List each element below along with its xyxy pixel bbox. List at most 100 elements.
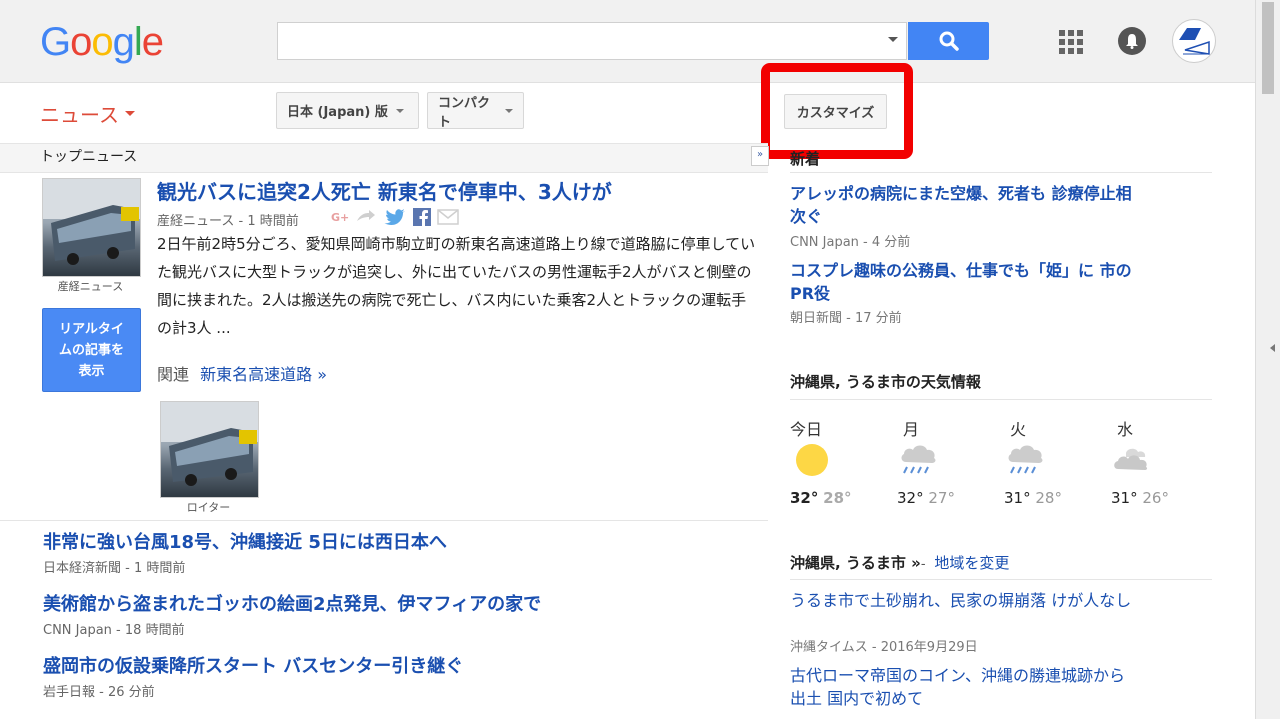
temp-high: 31° (1111, 489, 1138, 507)
story-source: 日本経済新聞 - 1 時間前 (43, 561, 186, 576)
divider (790, 399, 1212, 400)
google-logo[interactable]: Google (40, 20, 164, 65)
weather-heading: 沖縄県, うるま市の天気情報 (790, 373, 981, 391)
bell-icon (1126, 34, 1138, 49)
divider (790, 172, 1212, 173)
featured-snippet: 2日午前2時5分ごろ、愛知県岡崎市駒立町の新東名高速道路上り線で道路脇に停車して… (157, 235, 756, 337)
notifications-bell-icon[interactable] (1118, 27, 1146, 55)
weather-temps: 31° 28° (1004, 489, 1062, 507)
logo-letter: G (40, 20, 71, 64)
section-title: トップニュース (40, 149, 138, 165)
search-icon (939, 31, 959, 51)
logo-letter: o (70, 20, 92, 64)
view-label: コンパクト (438, 95, 491, 130)
latest-headline[interactable]: アレッポの病院にまた空爆、死者も 診療停止相次ぐ (790, 182, 1140, 228)
temp-low: 26° (1142, 489, 1169, 507)
apps-grid-icon[interactable] (1059, 30, 1083, 54)
logo-letter: o (91, 20, 113, 64)
source-time: 4 分前 (871, 235, 911, 250)
related-link[interactable]: 新東名高速道路 » (200, 365, 327, 384)
scrollbar[interactable] (1255, 0, 1280, 719)
source-name: 朝日新聞 (790, 311, 843, 326)
gplus-share-icon[interactable]: G+ (331, 211, 349, 224)
realtime-button-label: リアルタイムの記事を表示 (58, 321, 124, 379)
email-icon[interactable] (437, 209, 459, 225)
latest-headline[interactable]: コスプレ趣味の公務員、仕事でも「姫」に 市のPR役 (790, 259, 1140, 305)
logo-letter: e (141, 20, 164, 64)
story-headline[interactable]: 美術館から盗まれたゴッホの絵画2点発見、伊マフィアの家で (43, 590, 541, 616)
local-heading-row: 沖縄県, うるま市 »- 地域を変更 (790, 552, 1009, 573)
weather-temps: 31° 26° (1111, 489, 1169, 507)
local-headline[interactable]: うるま市で土砂崩れ、民家の塀崩落 けが人なし (790, 589, 1140, 612)
rain-icon (1008, 445, 1043, 474)
source-time: 2016年9月29日 (880, 640, 978, 655)
realtime-coverage-button[interactable]: リアルタイムの記事を表示 (42, 308, 141, 392)
temp-low: 28° (1035, 489, 1062, 507)
news-menu[interactable]: ニュース (40, 99, 135, 128)
collapse-button[interactable]: » (751, 146, 769, 166)
related-thumbnail[interactable] (160, 401, 259, 498)
logo-letter: l (133, 20, 143, 64)
bus-image (43, 179, 140, 265)
separator-dash: - (920, 557, 926, 572)
rain-icon (901, 445, 936, 474)
source-name: CNN Japan (790, 235, 859, 250)
change-region-link[interactable]: 地域を変更 (934, 554, 1009, 572)
source-name: 日本経済新聞 (43, 561, 122, 576)
related-caption: ロイター (186, 501, 231, 514)
story-headline[interactable]: 非常に強い台風18号、沖縄接近 5日には西日本へ (43, 528, 447, 554)
divider (0, 520, 768, 521)
related-label: 関連 (157, 365, 190, 384)
highlight-box (761, 63, 913, 159)
source-name: 産経ニュース (157, 214, 235, 229)
temp-low: 28° (823, 489, 852, 507)
search-button[interactable] (908, 22, 989, 60)
featured-headline[interactable]: 観光バスに追突2人死亡 新東名で停車中、3人けが (157, 176, 612, 205)
sun-icon (796, 444, 828, 476)
share-icons: G+ (331, 208, 459, 226)
search-dropdown-icon[interactable] (888, 37, 898, 42)
latest-heading: 新着 (790, 150, 821, 168)
chevron-down-icon (395, 108, 404, 113)
featured-source: 産経ニュース - 1 時間前 (157, 214, 299, 229)
source-time: 1 時間前 (247, 214, 299, 229)
temp-high: 32° (897, 489, 924, 507)
weather-day-label: 月 (903, 420, 920, 439)
scroll-arrow-icon[interactable] (1270, 344, 1275, 352)
weather-day-label: 今日 (790, 420, 823, 439)
facebook-icon[interactable] (413, 208, 432, 226)
latest-source: CNN Japan - 4 分前 (790, 235, 911, 250)
latest-source: 朝日新聞 - 17 分前 (790, 311, 902, 326)
divider (790, 579, 1212, 580)
local-headline[interactable]: 古代ローマ帝国のコイン、沖縄の勝連城跡から出土 国内で初めて (790, 664, 1140, 710)
story-source: CNN Japan - 18 時間前 (43, 623, 185, 638)
temp-high: 31° (1004, 489, 1031, 507)
chevron-down-icon (505, 108, 513, 113)
news-menu-label: ニュース (40, 103, 119, 127)
weather-temps: 32° 28° (790, 489, 852, 507)
source-time: 26 分前 (107, 685, 155, 700)
source-time: 17 分前 (854, 311, 902, 326)
source-name: CNN Japan (43, 623, 112, 638)
source-time: 18 時間前 (124, 623, 185, 638)
view-dropdown[interactable]: コンパクト (427, 92, 524, 130)
scrollbar-thumb[interactable] (1262, 2, 1274, 94)
weather-temps: 32° 27° (897, 489, 955, 507)
local-heading[interactable]: 沖縄県, うるま市 » (790, 554, 921, 572)
featured-thumbnail[interactable] (42, 178, 141, 277)
temp-high: 32° (790, 489, 819, 507)
edition-dropdown[interactable]: 日本 (Japan) 版 (276, 92, 419, 129)
twitter-icon[interactable] (383, 208, 407, 226)
avatar[interactable] (1172, 19, 1216, 63)
share-arrow-icon[interactable] (355, 209, 377, 225)
search-input[interactable] (277, 22, 907, 60)
related-row: 関連 新東名高速道路 » (157, 361, 327, 385)
source-name: 岩手日報 (43, 685, 96, 700)
thumbnail-caption: 産経ニュース (57, 280, 124, 293)
weather-day-label: 水 (1117, 420, 1134, 439)
cloud-icon (1114, 448, 1148, 470)
source-name: 沖縄タイムス (790, 640, 868, 655)
edition-label: 日本 (Japan) 版 (287, 105, 388, 120)
chevron-down-icon (125, 111, 135, 116)
story-headline[interactable]: 盛岡市の仮設乗降所スタート バスセンター引き継ぐ (43, 652, 463, 678)
